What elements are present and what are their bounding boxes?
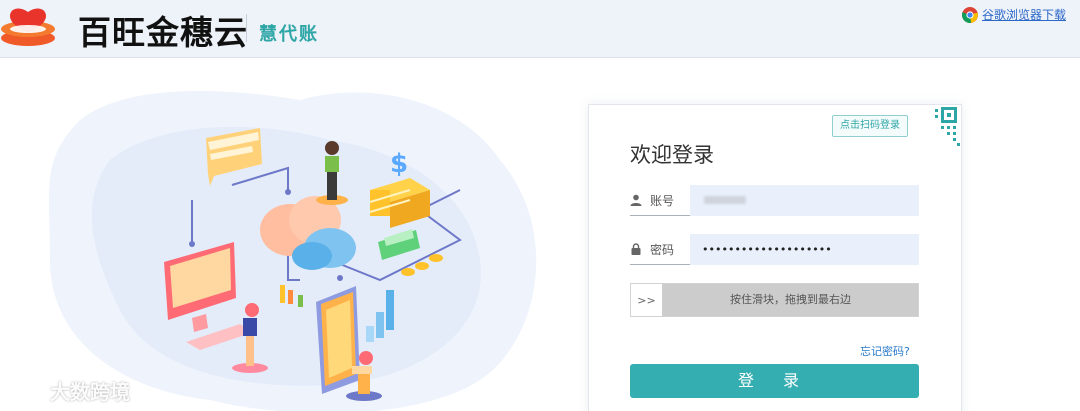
finance-illustration: $ [48, 91, 537, 411]
username-label: 账号 [650, 193, 675, 208]
forgot-password-link[interactable]: 忘记密码? [860, 343, 910, 359]
logo-mark-icon [1, 8, 55, 46]
watermark-text: 大数跨境 [50, 380, 130, 404]
qr-login-tip[interactable]: 点击扫码登录 [832, 115, 908, 137]
password-label-group: 密码 [630, 241, 690, 258]
chrome-icon [961, 6, 978, 23]
qr-code-icon [913, 105, 961, 153]
user-icon [630, 194, 642, 206]
login-button[interactable]: 登 录 [630, 364, 919, 398]
lock-icon [631, 243, 641, 255]
slider-hint: 按住滑块，拖拽到最右边 [730, 293, 851, 306]
slide-verify[interactable]: >> 按住滑块，拖拽到最右边 [630, 283, 919, 317]
username-value-blurred [704, 196, 746, 204]
username-label-group: 账号 [630, 192, 690, 209]
password-label: 密码 [650, 242, 675, 257]
password-field[interactable]: 密码 •••••••••••••••••••• [630, 233, 919, 265]
header-bar: 百旺金穗云 慧代账 谷歌浏览器下载 [0, 0, 1080, 58]
username-input[interactable] [690, 184, 919, 216]
login-panel: 点击扫码登录 欢迎登录 账号 密码 •••••••••••••••••••• >… [588, 104, 962, 411]
brand-divider [246, 14, 247, 42]
chrome-download-label[interactable]: 谷歌浏览器下载 [982, 6, 1066, 23]
qr-code-toggle[interactable] [913, 105, 961, 153]
chrome-download-link[interactable]: 谷歌浏览器下载 [961, 6, 1066, 23]
phone-icon [316, 286, 360, 394]
watermark-logo-icon [7, 380, 39, 398]
svg-text:$: $ [390, 149, 408, 179]
watermark: 大数跨境 [6, 376, 130, 405]
username-field[interactable]: 账号 [630, 184, 919, 216]
password-input[interactable]: •••••••••••••••••••• [690, 233, 919, 265]
welcome-title: 欢迎登录 [630, 143, 714, 167]
slider-handle[interactable]: >> [631, 284, 663, 316]
brand-name: 百旺金穗云 [78, 13, 248, 52]
password-value: •••••••••••••••••••• [702, 242, 832, 256]
brand-subtitle: 慧代账 [259, 24, 319, 45]
